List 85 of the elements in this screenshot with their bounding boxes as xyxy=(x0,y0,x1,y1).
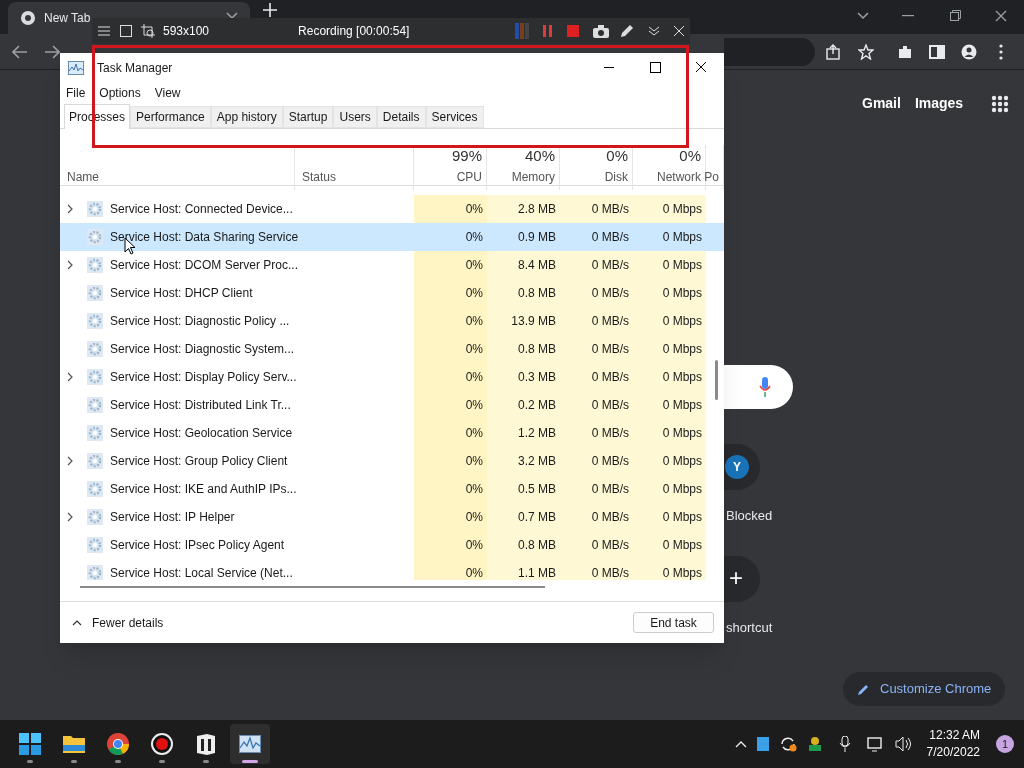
table-cell: 0% xyxy=(414,559,487,580)
table-cell: 0 MB/s xyxy=(560,363,633,391)
column-label: CPU xyxy=(456,168,482,186)
column-usage: 99% xyxy=(451,146,482,166)
table-cell: 0 Mbps xyxy=(633,503,706,531)
process-name: Service Host: Group Policy Client xyxy=(110,453,288,470)
table-cell: 0% xyxy=(414,363,487,391)
table-cell: 0.3 MB xyxy=(487,363,560,391)
column-label: Disk xyxy=(604,168,628,186)
table-cell: 0 Mbps xyxy=(633,363,706,391)
column-label: Name xyxy=(67,168,100,186)
column-label: Status xyxy=(302,168,338,186)
table-cell: 0% xyxy=(414,503,487,531)
table-cell: 0 MB/s xyxy=(560,475,633,503)
table-cell: 0 MB/s xyxy=(560,531,633,559)
table-cell: 0 Mbps xyxy=(633,559,706,580)
column-usage: 40% xyxy=(524,146,555,166)
process-name: Service Host: Geolocation Service xyxy=(110,425,293,442)
table-cell: 0.8 MB xyxy=(487,279,560,307)
recording-status: Recording [00:00:54] xyxy=(298,23,410,40)
table-cell: 8.4 MB xyxy=(487,251,560,279)
table-cell: 0.8 MB xyxy=(487,335,560,363)
table-cell: 0% xyxy=(414,307,487,335)
table-cell: 0 Mbps xyxy=(633,195,706,223)
table-cell: 2.8 MB xyxy=(487,195,560,223)
process-name: Service Host: Local Service (Net... xyxy=(110,565,293,580)
table-cell: 0 Mbps xyxy=(633,307,706,335)
table-cell: 0 Mbps xyxy=(633,419,706,447)
table-cell: 0% xyxy=(414,195,487,223)
process-name: Service Host: Data Sharing Service xyxy=(110,229,299,246)
column-label: Po xyxy=(704,168,719,186)
table-cell-text: 0% xyxy=(464,229,484,246)
table-cell: 0 MB/s xyxy=(560,503,633,531)
process-name: Service Host: Display Policy Serv... xyxy=(110,369,297,386)
table-cell: 3.2 MB xyxy=(487,447,560,475)
table-cell: 1.2 MB xyxy=(487,419,560,447)
table-cell: 0.8 MB xyxy=(487,531,560,559)
capture-size: 593x100 xyxy=(163,23,210,40)
table-cell: 0% xyxy=(414,251,487,279)
table-cell: 0% xyxy=(414,335,487,363)
table-cell: 0 MB/s xyxy=(560,307,633,335)
column-usage: 0% xyxy=(679,146,701,166)
table-cell: 0% xyxy=(414,531,487,559)
process-name: Service Host: IPsec Policy Agent xyxy=(110,537,285,554)
process-name: Service Host: IP Helper xyxy=(110,509,235,526)
table-cell: 0% xyxy=(414,391,487,419)
tab-title: New Tab xyxy=(44,10,91,27)
table-cell: 0 MB/s xyxy=(560,419,633,447)
table-cell-text: 0 Mbps xyxy=(661,229,703,246)
table-cell: 0.7 MB xyxy=(487,503,560,531)
window-title: Task Manager xyxy=(97,59,173,77)
table-cell: 0 Mbps xyxy=(633,391,706,419)
table-cell: 0% xyxy=(414,447,487,475)
table-cell-text: 0.9 MB xyxy=(517,229,557,246)
table-cell: 0 Mbps xyxy=(633,335,706,363)
table-cell: 0 Mbps xyxy=(633,475,706,503)
table-cell: 0 MB/s xyxy=(560,279,633,307)
table-cell: 0 Mbps xyxy=(633,279,706,307)
column-label: Network xyxy=(657,168,701,186)
table-cell: 0 MB/s xyxy=(560,251,633,279)
process-name: Service Host: IKE and AuthIP IPs... xyxy=(110,481,297,498)
process-name: Service Host: Distributed Link Tr... xyxy=(110,397,291,414)
table-cell: 0.2 MB xyxy=(487,391,560,419)
table-cell-text: 0 MB/s xyxy=(590,229,630,246)
table-cell: 0 MB/s xyxy=(560,447,633,475)
table-cell: 0% xyxy=(414,419,487,447)
column-label: Memory xyxy=(511,168,555,186)
table-cell: 13.9 MB xyxy=(487,307,560,335)
table-cell: 0 MB/s xyxy=(560,559,633,580)
column-usage: 0% xyxy=(606,146,628,166)
table-cell: 0 MB/s xyxy=(560,391,633,419)
table-cell: 0 MB/s xyxy=(560,335,633,363)
process-name: Service Host: DCOM Server Proc... xyxy=(110,257,299,274)
process-name: Service Host: Diagnostic Policy ... xyxy=(110,313,290,330)
table-cell: 0 Mbps xyxy=(633,447,706,475)
table-cell: 0 Mbps xyxy=(633,251,706,279)
table-cell: 0 MB/s xyxy=(560,195,633,223)
table-cell: 0% xyxy=(414,279,487,307)
process-name: Service Host: Connected Device... xyxy=(110,201,293,218)
table-cell: 0.5 MB xyxy=(487,475,560,503)
process-name: Service Host: DHCP Client xyxy=(110,285,253,302)
table-cell: 0% xyxy=(414,475,487,503)
process-name: Service Host: Diagnostic System... xyxy=(110,341,295,358)
table-cell: 1.1 MB xyxy=(487,559,560,580)
table-cell: 0 Mbps xyxy=(633,531,706,559)
